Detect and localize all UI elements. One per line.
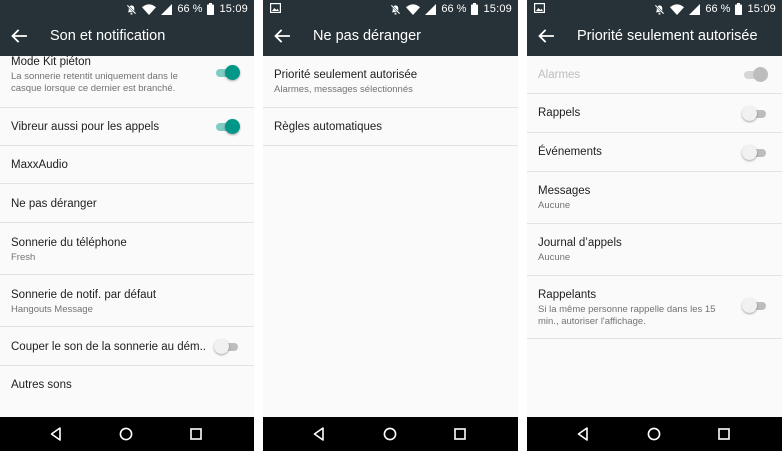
list-item-ne-pas-deranger[interactable]: Ne pas déranger — [0, 184, 254, 223]
image-notification-icon — [534, 3, 545, 13]
toggle-evenements[interactable] — [742, 145, 768, 161]
list-item-sonnerie-notif[interactable]: Sonnerie de notif. par défaut Hangouts M… — [0, 275, 254, 327]
nav-recents-icon[interactable] — [452, 426, 468, 442]
toggle-mode-kit-pieton[interactable] — [214, 65, 240, 81]
battery-percent: 66 % — [441, 3, 467, 15]
wifi-icon — [142, 3, 157, 15]
nav-bar — [527, 417, 782, 451]
list-item-evenements[interactable]: Événements — [527, 133, 782, 172]
status-bar: 66 % 15:09 — [527, 0, 782, 18]
battery-percent: 66 % — [705, 3, 731, 15]
item-subtitle: Si la même personne rappelle dans les 15… — [538, 304, 716, 327]
nav-recents-icon[interactable] — [188, 426, 204, 442]
dnd-icon — [390, 3, 402, 15]
signal-icon — [425, 3, 437, 15]
battery-icon — [471, 3, 479, 15]
item-subtitle: La sonnerie retentit uniquement dans le … — [11, 71, 178, 94]
item-title: Rappels — [538, 107, 581, 119]
list-item-journal-appels[interactable]: Journal d’appels Aucune — [527, 224, 782, 276]
toggle-rappelants[interactable] — [742, 298, 768, 314]
toolbar: Ne pas déranger — [263, 18, 518, 56]
item-title: Couper le son de la sonnerie au dém.. — [11, 341, 206, 353]
nav-bar — [0, 417, 254, 451]
screen-sound-notification: 66 % 15:09 Son et notification Mode Kit … — [0, 0, 254, 451]
nav-back-icon[interactable] — [311, 426, 327, 442]
nav-recents-icon[interactable] — [716, 426, 732, 442]
nav-back-icon[interactable] — [48, 426, 64, 442]
dnd-icon — [126, 3, 138, 15]
back-arrow-icon[interactable] — [10, 27, 28, 45]
list-item-vibreur-appels[interactable]: Vibreur aussi pour les appels — [0, 108, 254, 146]
image-notification-icon — [270, 3, 281, 13]
nav-home-icon[interactable] — [382, 426, 398, 442]
toolbar: Priorité seulement autorisée — [527, 18, 782, 56]
back-arrow-icon[interactable] — [537, 27, 555, 45]
item-title: Mode Kit piéton — [11, 56, 91, 68]
item-subtitle: Aucune — [538, 200, 571, 211]
list-item-priorite-seulement[interactable]: Priorité seulement autorisée Alarmes, me… — [263, 56, 518, 108]
list-item-mode-kit-pieton[interactable]: Mode Kit piéton La sonnerie retentit uni… — [0, 56, 254, 108]
status-time: 15:09 — [747, 3, 776, 15]
list-item-couper-son[interactable]: Couper le son de la sonnerie au dém.. — [0, 327, 254, 366]
back-arrow-icon[interactable] — [273, 27, 291, 45]
toggle-alarmes — [742, 67, 768, 83]
toggle-couper-son[interactable] — [214, 339, 240, 355]
list-item-alarmes: Alarmes — [527, 56, 782, 94]
toggle-vibreur-appels[interactable] — [214, 119, 240, 135]
toggle-rappels[interactable] — [742, 106, 768, 122]
wifi-icon — [406, 3, 421, 15]
item-title: Journal d’appels — [538, 237, 622, 249]
list-item-autres-sons[interactable]: Autres sons — [0, 366, 254, 405]
item-subtitle: Fresh — [11, 252, 36, 263]
list-item-maxxaudio[interactable]: MaxxAudio — [0, 146, 254, 184]
page-title: Priorité seulement autorisée — [577, 28, 758, 44]
nav-home-icon[interactable] — [646, 426, 662, 442]
settings-list: Alarmes Rappels Événements Messages Aucu… — [527, 56, 782, 417]
status-bar: 66 % 15:09 — [263, 0, 518, 18]
item-title: Priorité seulement autorisée — [274, 69, 418, 81]
item-title: Règles automatiques — [274, 121, 383, 133]
screen-ne-pas-deranger: 66 % 15:09 Ne pas déranger Priorité seul… — [263, 0, 518, 451]
item-title: Vibreur aussi pour les appels — [11, 121, 160, 133]
item-title: Événements — [538, 146, 602, 158]
item-title: Sonnerie de notif. par défaut — [11, 289, 157, 301]
dnd-icon — [654, 3, 666, 15]
item-title: Alarmes — [538, 69, 581, 81]
item-title: Ne pas déranger — [11, 198, 97, 210]
item-title: Autres sons — [11, 379, 72, 391]
signal-icon — [689, 3, 701, 15]
item-subtitle: Hangouts Message — [11, 304, 93, 315]
status-time: 15:09 — [219, 3, 248, 15]
battery-icon — [207, 3, 215, 15]
signal-icon — [161, 3, 173, 15]
list-item-regles-automatiques[interactable]: Règles automatiques — [263, 108, 518, 146]
nav-back-icon[interactable] — [575, 426, 591, 442]
list-item-sonnerie-telephone[interactable]: Sonnerie du téléphone Fresh — [0, 223, 254, 275]
page-title: Son et notification — [50, 28, 166, 44]
page-title: Ne pas déranger — [313, 28, 422, 44]
settings-list: Priorité seulement autorisée Alarmes, me… — [263, 56, 518, 417]
toolbar: Son et notification — [0, 18, 254, 56]
item-title: Sonnerie du téléphone — [11, 237, 127, 249]
list-item-rappels[interactable]: Rappels — [527, 94, 782, 133]
item-title: Messages — [538, 185, 591, 197]
nav-home-icon[interactable] — [118, 426, 134, 442]
item-title: Rappelants — [538, 289, 597, 301]
status-bar: 66 % 15:09 — [0, 0, 254, 18]
list-item-rappelants[interactable]: Rappelants Si la même personne rappelle … — [527, 276, 782, 339]
battery-icon — [735, 3, 743, 15]
wifi-icon — [670, 3, 685, 15]
item-subtitle: Alarmes, messages sélectionnés — [274, 84, 413, 95]
item-subtitle: Aucune — [538, 252, 571, 263]
screen-priorite-seulement: 66 % 15:09 Priorité seulement autorisée … — [527, 0, 782, 451]
battery-percent: 66 % — [177, 3, 203, 15]
item-title: MaxxAudio — [11, 159, 68, 171]
list-item-messages[interactable]: Messages Aucune — [527, 172, 782, 224]
status-time: 15:09 — [483, 3, 512, 15]
nav-bar — [263, 417, 518, 451]
settings-list: Mode Kit piéton La sonnerie retentit uni… — [0, 56, 254, 417]
